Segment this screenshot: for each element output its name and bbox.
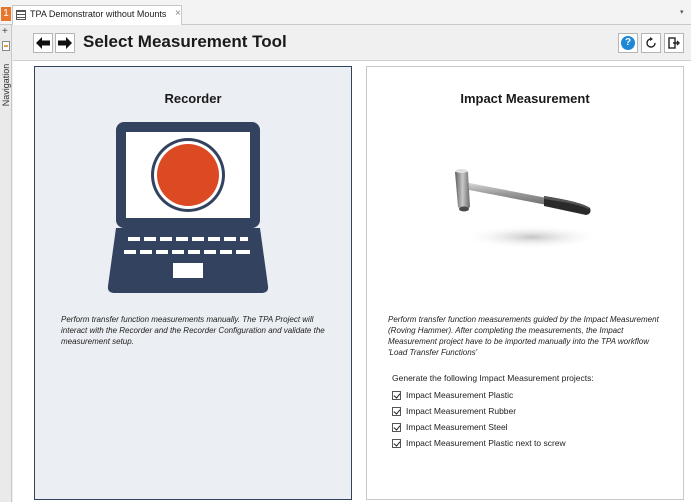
- project-label: Impact Measurement Steel: [406, 422, 508, 432]
- close-icon[interactable]: ×: [175, 8, 181, 19]
- recorder-title: Recorder: [164, 91, 222, 106]
- project-checkbox-rubber[interactable]: Impact Measurement Rubber: [392, 405, 516, 417]
- project-label: Impact Measurement Rubber: [406, 406, 517, 416]
- document-tab-label: TPA Demonstrator without Mounts: [30, 9, 167, 19]
- arrow-left-icon: [36, 37, 50, 49]
- laptop-record-icon: [107, 122, 269, 293]
- app-window: 1 TPA Demonstrator without Mounts × ▾ + …: [0, 0, 691, 502]
- project-checkbox-steel[interactable]: Impact Measurement Steel: [392, 421, 508, 433]
- exit-button[interactable]: [664, 33, 684, 53]
- page-title: Select Measurement Tool: [83, 32, 287, 51]
- page-header: Select Measurement Tool ?: [13, 26, 691, 60]
- tool-selection-area: Recorder Perform transfer function measu…: [13, 60, 691, 502]
- exit-icon: [668, 37, 680, 49]
- impact-measurement-card[interactable]: Impact Measurement Perform transfer func…: [366, 66, 684, 500]
- project-label: Impact Measurement Plastic next to screw: [406, 438, 566, 448]
- back-button[interactable]: [33, 33, 53, 53]
- document-icon[interactable]: [2, 41, 10, 51]
- chevron-down-icon[interactable]: ▾: [680, 8, 684, 16]
- impact-measurement-title: Impact Measurement: [460, 91, 590, 106]
- impact-measurement-description: Perform transfer function measurements g…: [388, 315, 659, 357]
- navigation-label: Navigation: [1, 63, 11, 107]
- tab-index-badge: 1: [1, 7, 11, 21]
- forward-button[interactable]: [55, 33, 75, 53]
- recorder-description: Perform transfer function measurements m…: [61, 315, 325, 346]
- project-checkbox-plastic[interactable]: Impact Measurement Plastic: [392, 389, 513, 401]
- navigation-rail: + Navigation: [0, 25, 12, 502]
- projects-heading: Generate the following Impact Measuremen…: [392, 373, 594, 383]
- checkbox[interactable]: [392, 422, 401, 432]
- checkbox[interactable]: [392, 390, 401, 400]
- checkbox[interactable]: [392, 406, 401, 416]
- arrow-right-icon: [58, 37, 72, 49]
- document-tab-strip: 1 TPA Demonstrator without Mounts × ▾: [0, 0, 691, 25]
- navigation-panel-toggle[interactable]: Navigation: [1, 55, 11, 115]
- recorder-card[interactable]: Recorder Perform transfer function measu…: [34, 66, 352, 500]
- impact-hammer-icon: [455, 169, 602, 249]
- document-tab[interactable]: TPA Demonstrator without Mounts ×: [12, 5, 182, 25]
- help-button[interactable]: ?: [618, 33, 638, 53]
- refresh-button[interactable]: [641, 33, 661, 53]
- checkbox[interactable]: [392, 438, 401, 448]
- add-icon[interactable]: +: [2, 27, 8, 37]
- project-checkbox-plastic-next-to-screw[interactable]: Impact Measurement Plastic next to screw: [392, 437, 566, 449]
- refresh-icon: [646, 37, 656, 48]
- help-icon: ?: [621, 36, 635, 50]
- project-label: Impact Measurement Plastic: [406, 390, 514, 400]
- grid-icon: [16, 10, 26, 20]
